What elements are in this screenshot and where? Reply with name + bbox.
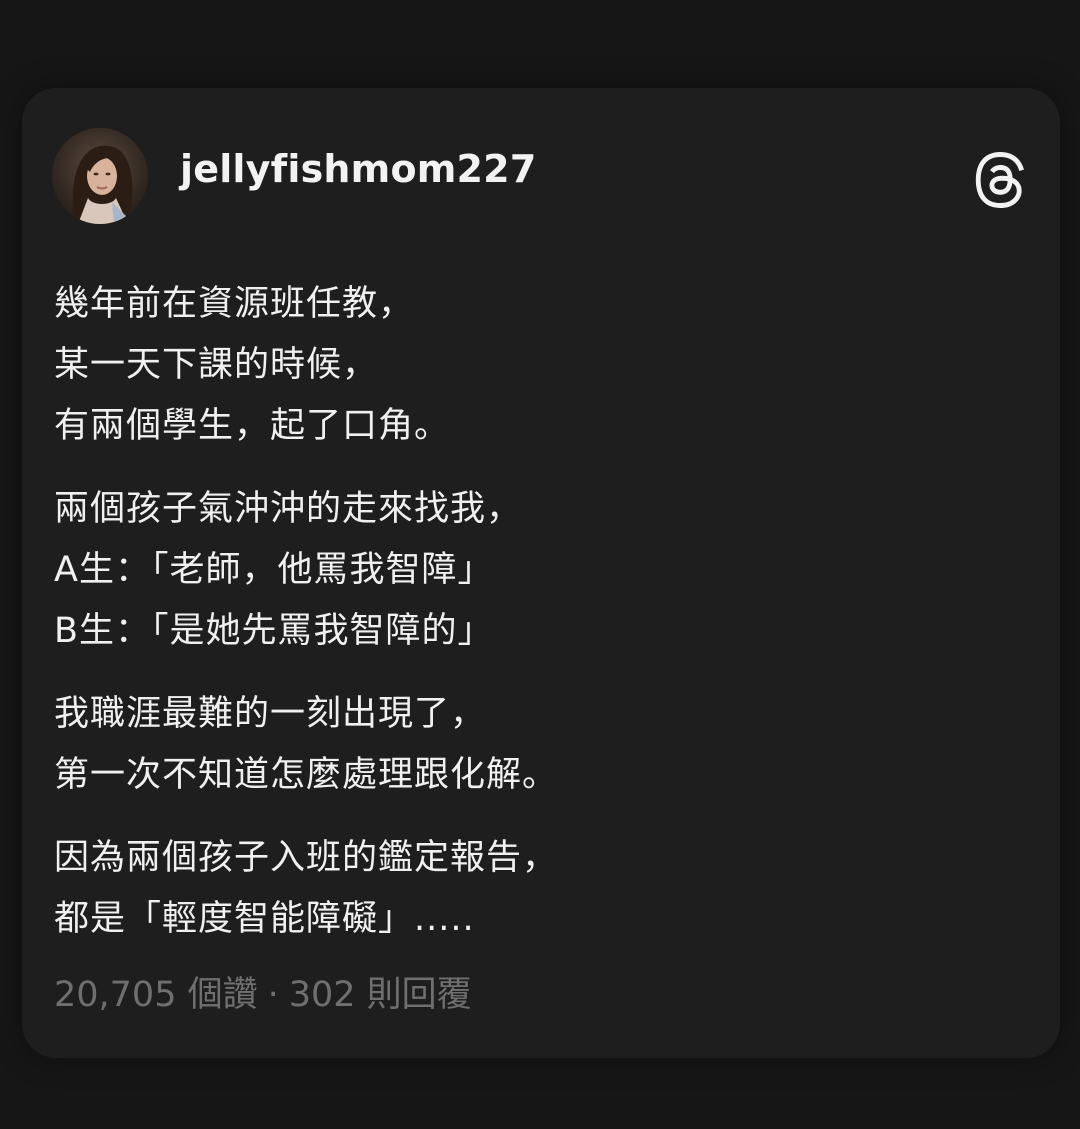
likes-count[interactable]: 20,705 個讚 (54, 975, 258, 1015)
post-text-line: 第一次不知道怎麼處理跟化解。 (54, 755, 559, 795)
threads-post-card[interactable]: jellyfishmom227 幾年前在資源班任教， 某一天下課的時候， 有兩個… (22, 88, 1060, 1058)
post-body: 幾年前在資源班任教， 某一天下課的時候， 有兩個學生，起了口角。 兩個孩子氣沖沖… (54, 274, 1014, 972)
post-username[interactable]: jellyfishmom227 (180, 150, 536, 188)
user-avatar[interactable] (52, 128, 148, 224)
post-paragraph: 我職涯最難的一刻出現了， 第一次不知道怎麼處理跟化解。 (54, 684, 1014, 806)
post-paragraph: 幾年前在資源班任教， 某一天下課的時候， 有兩個學生，起了口角。 (54, 274, 1014, 457)
screenshot-page: jellyfishmom227 幾年前在資源班任教， 某一天下課的時候， 有兩個… (0, 0, 1080, 1129)
post-paragraph: 因為兩個孩子入班的鑑定報告， 都是「輕度智能障礙」..... (54, 828, 1014, 950)
avatar-photo-icon (52, 128, 148, 224)
post-text-line: 都是「輕度智能障礙」..... (54, 899, 475, 939)
post-text-line: A生：「老師，他罵我智障」 (54, 550, 494, 590)
post-text-line: 幾年前在資源班任教， (54, 284, 415, 324)
post-text-line: 我職涯最難的一刻出現了， (54, 694, 487, 734)
post-text-line: 某一天下課的時候， (54, 345, 379, 385)
post-text-line: 兩個孩子氣沖沖的走來找我， (54, 489, 523, 529)
post-text-line: 因為兩個孩子入班的鑑定報告， (54, 838, 559, 878)
post-stats: 20,705 個讚 · 302 則回覆 (54, 972, 472, 1017)
post-header: jellyfishmom227 (22, 88, 1060, 268)
post-text-line: 有兩個學生，起了口角。 (54, 406, 451, 446)
replies-count[interactable]: 302 則回覆 (289, 975, 472, 1015)
post-text-line: B生：「是她先罵我智障的」 (54, 611, 494, 651)
post-paragraph: 兩個孩子氣沖沖的走來找我， A生：「老師，他罵我智障」 B生：「是她先罵我智障的… (54, 479, 1014, 662)
stats-separator: · (267, 975, 279, 1015)
threads-logo-icon[interactable] (972, 152, 1028, 208)
